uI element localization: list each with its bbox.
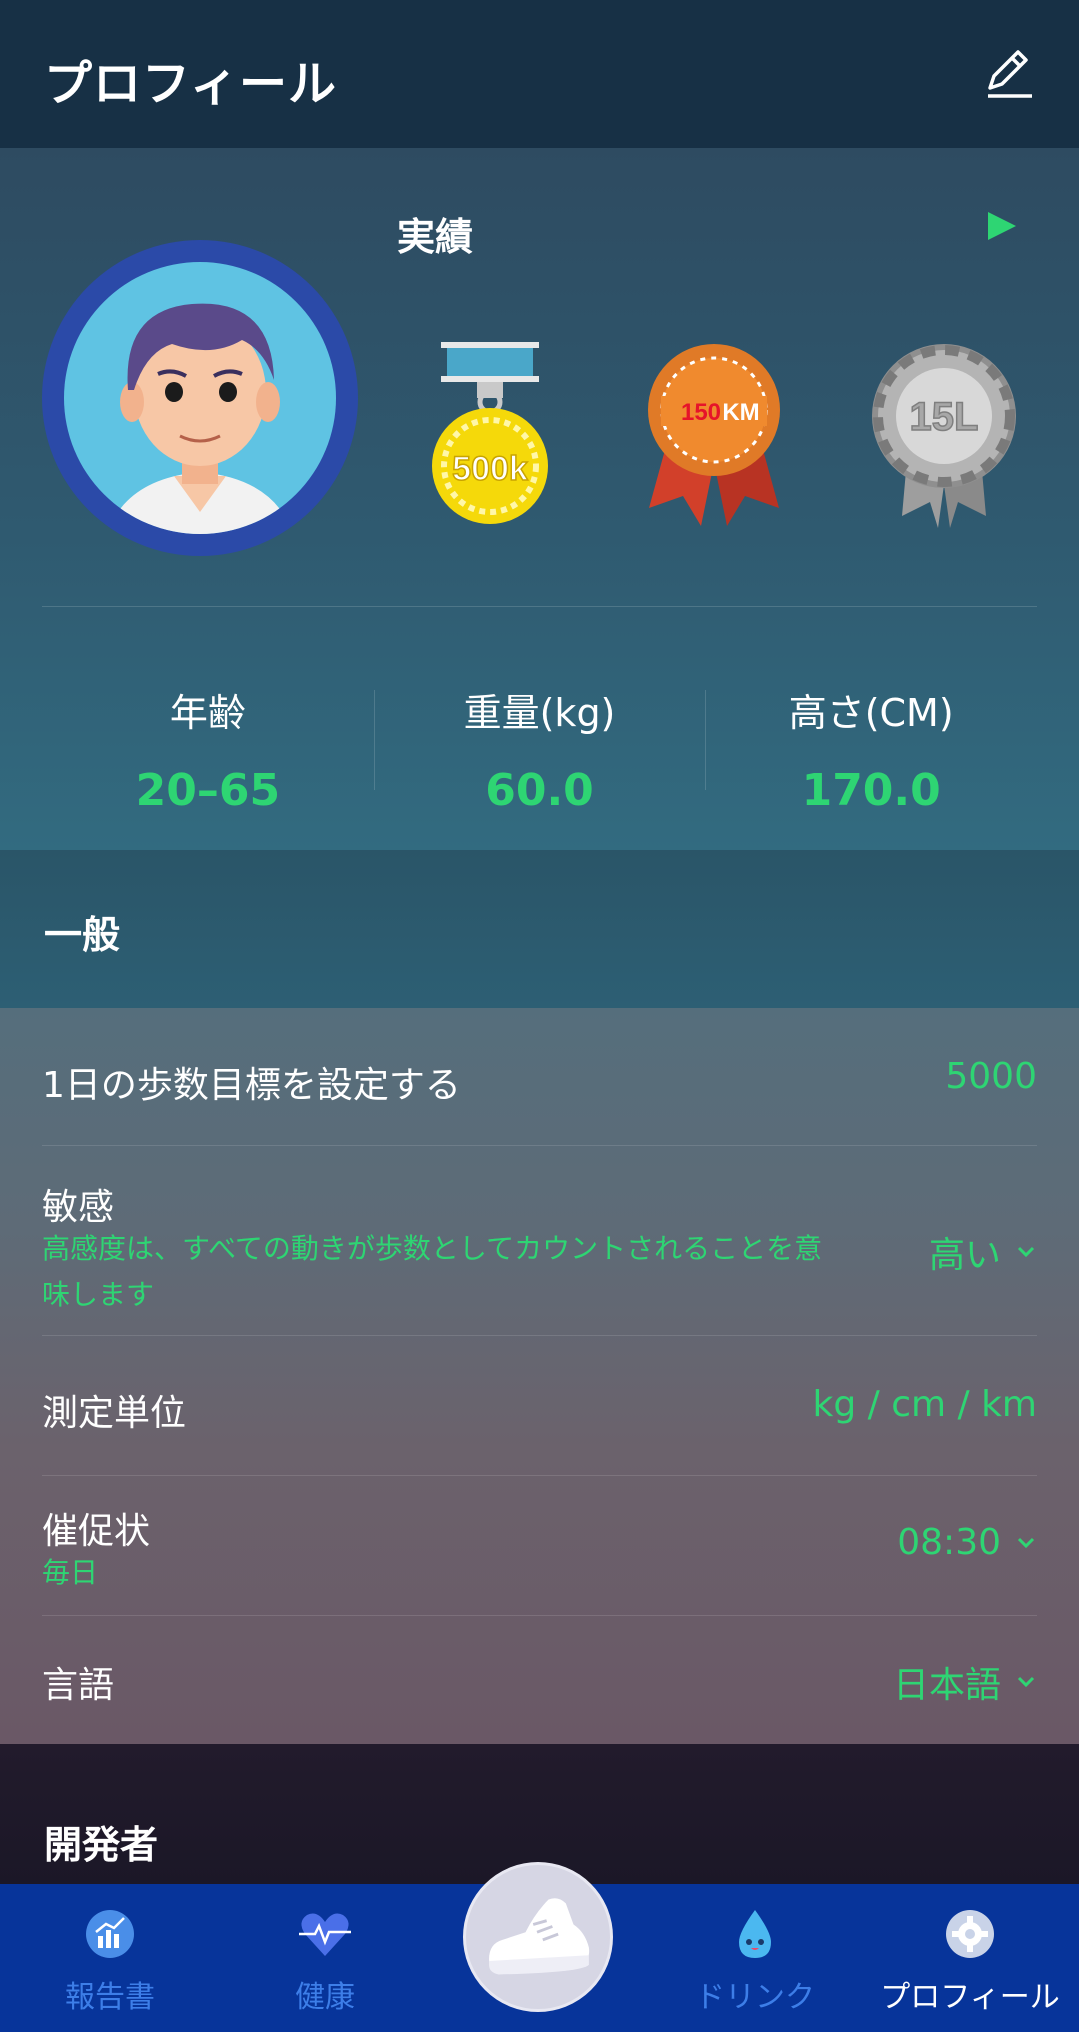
chevron-down-icon xyxy=(1017,1676,1035,1688)
pencil-icon[interactable] xyxy=(980,44,1040,104)
svg-text:150: 150 xyxy=(681,399,721,426)
water-drop-icon xyxy=(739,1910,771,1958)
chevron-down-icon xyxy=(1017,1537,1035,1548)
nav-item-drink[interactable]: ドリンク xyxy=(680,1884,830,2032)
reminder-frequency: 毎日 xyxy=(42,1556,99,1589)
sensitivity-row[interactable]: 敏感 高感度は、すべての動きが歩数としてカウントされることを意 味します 高い xyxy=(42,1146,1037,1336)
step-goal-value: 5000 xyxy=(945,1056,1037,1097)
stat-age-value: 20–65 xyxy=(135,765,281,816)
reminder-time-value: 08:30 xyxy=(897,1522,1001,1563)
step-goal-row[interactable]: 1日の歩数目標を設定する 5000 xyxy=(42,1008,1037,1146)
stat-height[interactable]: 高さ(CM) 170.0 xyxy=(705,670,1037,816)
sensitivity-description-line2: 味します xyxy=(42,1278,155,1311)
nav-report-label: 報告書 xyxy=(65,1980,155,2015)
reminder-time-dropdown[interactable]: 08:30 xyxy=(897,1522,1037,1563)
stat-weight-value: 60.0 xyxy=(485,765,594,816)
stat-age-label: 年齢 xyxy=(169,691,246,735)
stat-height-value: 170.0 xyxy=(801,765,941,816)
stat-height-label: 高さ(CM) xyxy=(788,691,954,735)
medal-500k-icon[interactable]: 500k xyxy=(425,338,555,528)
units-row[interactable]: 測定単位 kg / cm / km xyxy=(42,1336,1037,1476)
stats-row: 年齢 20–65 重量(kg) 60.0 高さ(CM) 170.0 xyxy=(42,670,1037,816)
sneaker-icon xyxy=(489,1898,590,1975)
page-title: プロフィール xyxy=(44,56,338,112)
stat-weight[interactable]: 重量(kg) 60.0 xyxy=(373,670,706,816)
nav-item-report[interactable]: 報告書 xyxy=(40,1884,180,2032)
nav-profile-label: プロフィール xyxy=(880,1980,1060,2015)
sensitivity-value: 高い xyxy=(928,1235,1001,1276)
sensitivity-description-line1: 高感度は、すべての動きが歩数としてカウントされることを意 xyxy=(42,1232,823,1265)
general-section-header: 一般 xyxy=(0,850,1079,1008)
avatar[interactable] xyxy=(42,240,358,556)
profile-divider xyxy=(42,606,1037,607)
nav-item-steps[interactable] xyxy=(463,1862,613,2012)
medal-15l-icon[interactable]: 15L xyxy=(868,338,1020,528)
nav-drink-label: ドリンク xyxy=(695,1980,815,2015)
language-value: 日本語 xyxy=(892,1665,1001,1706)
medal-150km-icon[interactable]: 150 KM xyxy=(643,338,785,528)
sensitivity-label: 敏感 xyxy=(42,1187,115,1228)
stat-weight-label: 重量(kg) xyxy=(463,691,616,735)
sensitivity-dropdown[interactable]: 高い xyxy=(929,1226,1037,1278)
language-dropdown[interactable]: 日本語 xyxy=(893,1656,1037,1708)
top-app-bar: プロフィール xyxy=(0,0,1079,148)
nav-health-label: 健康 xyxy=(295,1980,355,2015)
play-icon[interactable] xyxy=(986,210,1018,242)
svg-text:KM: KM xyxy=(722,399,759,426)
report-chart-icon xyxy=(86,1910,134,1958)
settings-list: 1日の歩数目標を設定する 5000 敏感 高感度は、すべての動きが歩数としてカウ… xyxy=(0,1008,1079,1744)
developer-section-title: 開発者 xyxy=(44,1823,159,1867)
reminder-row[interactable]: 催促状 毎日 08:30 xyxy=(42,1476,1037,1616)
nav-item-profile[interactable]: プロフィール xyxy=(880,1884,1060,2032)
heart-pulse-icon xyxy=(299,1913,351,1956)
units-value: kg / cm / km xyxy=(812,1384,1037,1425)
units-label: 測定単位 xyxy=(42,1393,187,1434)
nav-item-health[interactable]: 健康 xyxy=(255,1884,395,2032)
svg-text:15L: 15L xyxy=(910,395,979,439)
gear-icon xyxy=(946,1910,994,1958)
language-row[interactable]: 言語 日本語 xyxy=(42,1616,1037,1744)
svg-text:500k: 500k xyxy=(452,450,528,488)
chevron-down-icon xyxy=(1017,1246,1035,1258)
profile-card: 実績 500k 150 KM 15L 年齢 20–65 重量(kg) 60.0 … xyxy=(0,148,1079,850)
reminder-label: 催促状 xyxy=(42,1511,151,1552)
stat-age[interactable]: 年齢 20–65 xyxy=(42,670,374,816)
general-section-title: 一般 xyxy=(44,913,121,957)
language-label: 言語 xyxy=(42,1665,115,1706)
step-goal-label: 1日の歩数目標を設定する xyxy=(42,1065,461,1106)
